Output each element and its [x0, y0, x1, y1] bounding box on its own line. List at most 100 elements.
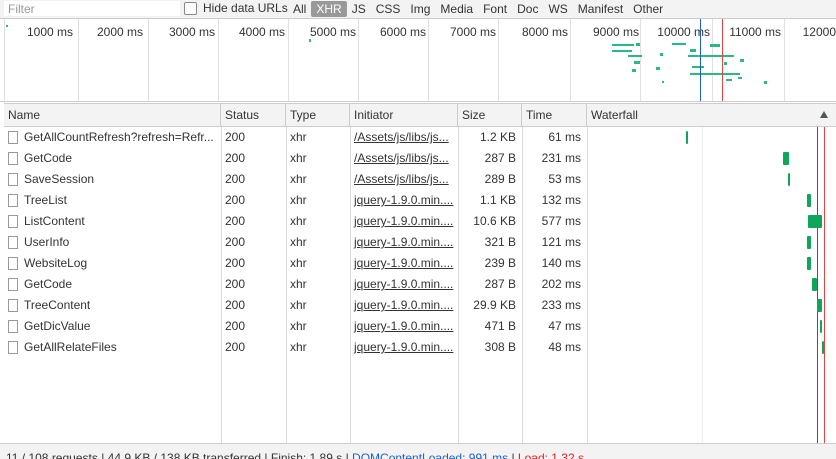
filter-doc[interactable]: Doc: [512, 1, 543, 17]
request-initiator[interactable]: /Assets/js/libs/js...: [354, 151, 449, 165]
filter-js[interactable]: JS: [347, 1, 371, 17]
overview-timeline[interactable]: 1000 ms 2000 ms 3000 ms 4000 ms 5000 ms …: [0, 19, 836, 102]
request-initiator-cell[interactable]: /Assets/js/libs/js...: [350, 127, 458, 148]
overview-request-mark: [688, 55, 734, 57]
request-time: 140 ms: [541, 256, 581, 270]
table-row[interactable]: GetAllCountRefresh?refresh=Refr... 200 xhr…: [4, 127, 836, 148]
column-header-type[interactable]: Type: [286, 104, 350, 126]
overview-request-mark: [309, 39, 311, 42]
request-initiator[interactable]: jquery-1.9.0.min....: [354, 193, 453, 207]
column-header-size[interactable]: Size: [458, 104, 522, 126]
overview-request-mark: [612, 50, 632, 52]
overview-request-mark: [662, 81, 664, 83]
waterfall-bar[interactable]: [807, 257, 811, 270]
request-initiator-cell[interactable]: jquery-1.9.0.min....: [350, 232, 458, 253]
waterfall-bar[interactable]: [817, 299, 822, 312]
request-status-cell: 200: [221, 169, 286, 190]
load-time: Load: 1.32 s: [517, 451, 584, 459]
request-initiator[interactable]: jquery-1.9.0.min....: [354, 235, 453, 249]
column-header-initiator[interactable]: Initiator: [350, 104, 458, 126]
request-type-cell: xhr: [286, 337, 350, 358]
request-type: xhr: [290, 277, 307, 291]
request-type: xhr: [290, 214, 307, 228]
request-initiator-cell[interactable]: /Assets/js/libs/js...: [350, 148, 458, 169]
request-initiator[interactable]: /Assets/js/libs/js...: [354, 172, 449, 186]
request-initiator-cell[interactable]: jquery-1.9.0.min....: [350, 211, 458, 232]
request-time: 202 ms: [541, 277, 581, 291]
request-name: GetAllRelateFiles: [24, 340, 117, 354]
request-status-cell: 200: [221, 211, 286, 232]
filter-img[interactable]: Img: [405, 1, 435, 17]
request-type: xhr: [290, 340, 307, 354]
waterfall-bar[interactable]: [820, 320, 822, 333]
filter-input[interactable]: [4, 1, 180, 16]
table-row[interactable]: TreeContent 200 xhr jquery-1.9.0.min.... 29.…: [4, 295, 836, 316]
filter-css[interactable]: CSS: [371, 1, 406, 17]
request-initiator-cell[interactable]: jquery-1.9.0.min....: [350, 190, 458, 211]
request-initiator[interactable]: jquery-1.9.0.min....: [354, 319, 453, 333]
column-header-status[interactable]: Status: [221, 104, 286, 126]
filter-font[interactable]: Font: [478, 1, 512, 17]
request-time-cell: 233 ms: [522, 295, 587, 316]
overview-request-mark: [632, 69, 636, 72]
request-initiator-cell[interactable]: jquery-1.9.0.min....: [350, 253, 458, 274]
table-row[interactable]: GetCode 200 xhr/Assets/js/libs/js... 287 B 2…: [4, 148, 836, 169]
column-header-name[interactable]: Name: [4, 104, 221, 126]
request-initiator-cell[interactable]: /Assets/js/libs/js...: [350, 169, 458, 190]
request-initiator-cell[interactable]: jquery-1.9.0.min....: [350, 316, 458, 337]
request-initiator[interactable]: jquery-1.9.0.min....: [354, 256, 453, 270]
request-name: ListContent: [24, 214, 85, 228]
table-row[interactable]: WebsiteLog 200 xhr jquery-1.9.0.min.... 239 …: [4, 253, 836, 274]
request-name: TreeList: [24, 193, 67, 207]
request-type: xhr: [290, 319, 307, 333]
filter-xhr[interactable]: XHR: [311, 1, 347, 17]
request-size-cell: 10.6 KB: [458, 211, 522, 232]
request-initiator[interactable]: jquery-1.9.0.min....: [354, 277, 453, 291]
waterfall-bar[interactable]: [808, 215, 822, 228]
hide-data-urls-toggle[interactable]: Hide data URLs: [184, 1, 288, 15]
request-initiator[interactable]: jquery-1.9.0.min....: [354, 214, 453, 228]
request-status-cell: 200: [221, 337, 286, 358]
waterfall-bar[interactable]: [788, 173, 790, 186]
waterfall-bar[interactable]: [686, 131, 688, 144]
request-status-cell: 200: [221, 232, 286, 253]
waterfall-bar[interactable]: [812, 278, 817, 291]
request-initiator-cell[interactable]: jquery-1.9.0.min....: [350, 295, 458, 316]
waterfall-bar[interactable]: [807, 194, 811, 207]
hide-data-urls-checkbox[interactable]: [184, 1, 197, 15]
filter-all[interactable]: All: [288, 1, 311, 17]
table-row[interactable]: UserInfo 200 xhr jquery-1.9.0.min.... 321 B 1…: [4, 232, 836, 253]
filter-other[interactable]: Other: [628, 1, 668, 17]
filter-ws[interactable]: WS: [543, 1, 572, 17]
waterfall-bar[interactable]: [807, 236, 811, 249]
request-time: 132 ms: [541, 193, 581, 207]
request-size: 471 B: [484, 319, 516, 333]
request-name-cell: TreeList: [4, 190, 221, 211]
column-header-time[interactable]: Time: [522, 104, 587, 126]
request-name: TreeContent: [24, 298, 91, 312]
waterfall-bar[interactable]: [783, 152, 789, 165]
request-initiator-cell[interactable]: jquery-1.9.0.min....: [350, 274, 458, 295]
table-row[interactable]: GetDicValue 200 xhr jquery-1.9.0.min.... 471…: [4, 316, 836, 337]
waterfall-label: Waterfall: [591, 108, 638, 122]
request-type-cell: xhr: [286, 274, 350, 295]
request-initiator[interactable]: /Assets/js/libs/js...: [354, 130, 449, 144]
table-row[interactable]: TreeList 200 xhr jquery-1.9.0.min.... 1.1 KB…: [4, 190, 836, 211]
table-row[interactable]: ListContent 200 xhr jquery-1.9.0.min.... 10.…: [4, 211, 836, 232]
overview-tick-label: 7000 ms: [449, 25, 496, 39]
filter-media[interactable]: Media: [435, 1, 478, 17]
request-initiator[interactable]: jquery-1.9.0.min....: [354, 298, 453, 312]
overview-tick-label: 3000 ms: [168, 25, 215, 39]
request-initiator[interactable]: jquery-1.9.0.min....: [354, 340, 453, 354]
request-initiator-cell[interactable]: jquery-1.9.0.min....: [350, 337, 458, 358]
waterfall-bar[interactable]: [822, 341, 824, 354]
filter-manifest[interactable]: Manifest: [573, 1, 628, 17]
table-row[interactable]: SaveSession 200 xhr/Assets/js/libs/js... 28…: [4, 169, 836, 190]
table-row[interactable]: GetCode 200 xhr jquery-1.9.0.min.... 287 B 20…: [4, 274, 836, 295]
table-header: Name Status Type Initiator Size Time Wat…: [4, 103, 836, 127]
overview-request-mark: [740, 59, 744, 62]
request-type: xhr: [290, 151, 307, 165]
column-header-waterfall[interactable]: Waterfall: [587, 104, 836, 126]
table-row[interactable]: GetAllRelateFiles 200 xhr jquery-1.9.0.min.…: [4, 337, 836, 358]
type-filters: All XHR JS CSS Img Media Font Doc WS Man…: [288, 0, 668, 18]
